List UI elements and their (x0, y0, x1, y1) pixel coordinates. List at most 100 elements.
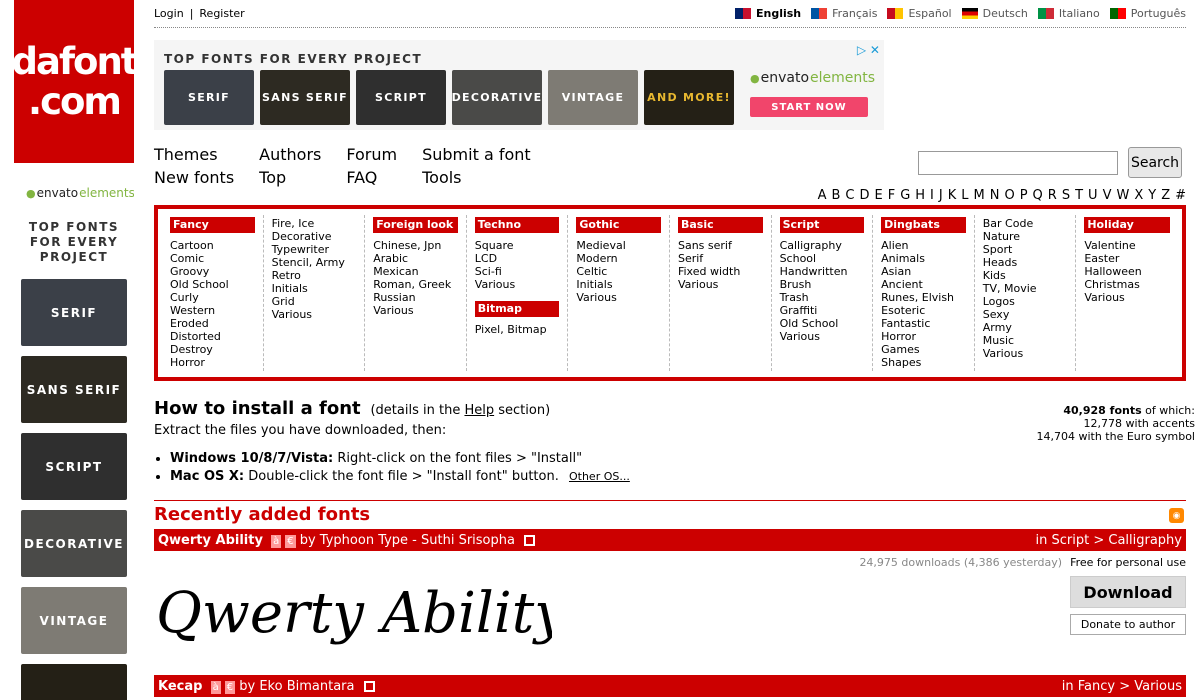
font-category-link[interactable]: in Script > Calligraphy (1036, 533, 1182, 548)
ad-tile[interactable]: FONTAINE (21, 664, 127, 700)
alpha-link[interactable]: Z (1161, 188, 1170, 203)
alpha-link[interactable]: X (1134, 188, 1143, 203)
alpha-link[interactable]: A (818, 188, 827, 203)
language-english[interactable]: English (734, 7, 801, 20)
category-link[interactable]: Grid (272, 295, 357, 308)
category-link[interactable]: Square (475, 239, 560, 252)
alpha-link[interactable]: C (845, 188, 854, 203)
category-link[interactable]: Various (373, 304, 458, 317)
category-link[interactable]: Cartoon (170, 239, 255, 252)
category-link[interactable]: Celtic (576, 265, 661, 278)
category-heading[interactable]: Bitmap (474, 301, 560, 317)
help-link[interactable]: Help (464, 403, 494, 418)
category-link[interactable]: Fantastic (881, 317, 966, 330)
category-link[interactable]: Fixed width (678, 265, 763, 278)
category-link[interactable]: Kids (983, 269, 1068, 282)
other-os-link[interactable]: Other OS... (569, 470, 630, 483)
alpha-link[interactable]: K (948, 188, 957, 203)
search-input[interactable] (918, 151, 1118, 175)
ad-tile[interactable]: SANS SERIF (260, 70, 350, 125)
download-button[interactable]: Download (1070, 576, 1186, 608)
category-link[interactable]: Old School (170, 278, 255, 291)
login-link[interactable]: Login (154, 7, 184, 20)
alpha-link[interactable]: M (974, 188, 985, 203)
category-link[interactable]: Trash (780, 291, 865, 304)
category-link[interactable]: Retro (272, 269, 357, 282)
category-link[interactable]: Sans serif (678, 239, 763, 252)
ad-tile[interactable]: SCRIPT (356, 70, 446, 125)
nav-faq[interactable]: FAQ (346, 168, 397, 187)
category-link[interactable]: Various (1084, 291, 1170, 304)
category-link[interactable]: Groovy (170, 265, 255, 278)
category-link[interactable]: Handwritten (780, 265, 865, 278)
category-link[interactable]: Various (475, 278, 560, 291)
category-link[interactable]: Various (983, 347, 1068, 360)
category-link[interactable]: Sci-fi (475, 265, 560, 278)
category-heading[interactable]: Foreign look (373, 217, 458, 233)
register-link[interactable]: Register (199, 7, 244, 20)
font-category-link[interactable]: in Fancy > Various (1062, 679, 1182, 694)
external-link-icon[interactable] (524, 534, 536, 546)
alpha-link[interactable]: J (939, 188, 943, 203)
category-link[interactable]: Alien (881, 239, 966, 252)
ad-tile[interactable]: DECORATIVE (452, 70, 542, 125)
category-link[interactable]: Destroy (170, 343, 255, 356)
alpha-link[interactable]: D (859, 188, 869, 203)
alpha-link[interactable]: E (874, 188, 882, 203)
category-heading[interactable]: Gothic (576, 217, 661, 233)
category-link[interactable]: Runes, Elvish (881, 291, 966, 304)
category-link[interactable]: Sexy (983, 308, 1068, 321)
category-link[interactable]: Russian (373, 291, 458, 304)
category-link[interactable]: Stencil, Army (272, 256, 357, 269)
category-link[interactable]: Animals (881, 252, 966, 265)
nav-top[interactable]: Top (259, 168, 321, 187)
category-link[interactable]: Chinese, Jpn (373, 239, 458, 252)
alpha-link[interactable]: B (831, 188, 840, 203)
top-ad-banner[interactable]: TOP FONTS FOR EVERY PROJECT SERIF SANS SE… (154, 40, 884, 130)
category-link[interactable]: Eroded (170, 317, 255, 330)
category-heading[interactable]: Techno (474, 217, 560, 233)
alpha-link[interactable]: I (930, 188, 934, 203)
nav-submit-font[interactable]: Submit a font (422, 145, 531, 164)
category-link[interactable]: Halloween (1084, 265, 1170, 278)
category-link[interactable]: LCD (475, 252, 560, 265)
ad-tile[interactable]: SERIF (164, 70, 254, 125)
category-link[interactable]: Valentine (1084, 239, 1170, 252)
language-français[interactable]: Français (811, 7, 877, 20)
category-link[interactable]: Pixel, Bitmap (475, 323, 560, 336)
category-link[interactable]: Graffiti (780, 304, 865, 317)
category-link[interactable]: Serif (678, 252, 763, 265)
alpha-link[interactable]: N (990, 188, 1000, 203)
category-link[interactable]: Bar Code (983, 217, 1068, 230)
category-link[interactable]: Games (881, 343, 966, 356)
category-link[interactable]: Horror (881, 330, 966, 343)
nav-authors[interactable]: Authors (259, 145, 321, 164)
category-heading[interactable]: Basic (677, 217, 763, 233)
alpha-link[interactable]: # (1175, 188, 1186, 203)
language-italiano[interactable]: Italiano (1037, 7, 1100, 20)
category-link[interactable]: Asian (881, 265, 966, 278)
category-link[interactable]: Calligraphy (780, 239, 865, 252)
nav-new-fonts[interactable]: New fonts (154, 168, 234, 187)
category-link[interactable]: Medieval (576, 239, 661, 252)
category-link[interactable]: Distorted (170, 330, 255, 343)
category-link[interactable]: Various (678, 278, 763, 291)
nav-themes[interactable]: Themes (154, 145, 234, 164)
font-name-link[interactable]: Qwerty Ability (158, 533, 263, 548)
start-now-button[interactable]: START NOW (750, 97, 868, 117)
category-link[interactable]: Decorative (272, 230, 357, 243)
category-link[interactable]: Various (576, 291, 661, 304)
external-link-icon[interactable] (363, 680, 375, 692)
category-link[interactable]: Comic (170, 252, 255, 265)
category-link[interactable]: Army (983, 321, 1068, 334)
category-link[interactable]: Initials (272, 282, 357, 295)
font-author-link[interactable]: by Eko Bimantara (239, 679, 354, 694)
ad-tile[interactable]: SCRIPT (21, 433, 127, 500)
font-name-link[interactable]: Kecap (158, 679, 202, 694)
category-link[interactable]: Western (170, 304, 255, 317)
category-link[interactable]: Sport (983, 243, 1068, 256)
category-link[interactable]: Easter (1084, 252, 1170, 265)
category-link[interactable]: Heads (983, 256, 1068, 269)
ad-tile[interactable]: SANS SERIF (21, 356, 127, 423)
category-link[interactable]: Initials (576, 278, 661, 291)
